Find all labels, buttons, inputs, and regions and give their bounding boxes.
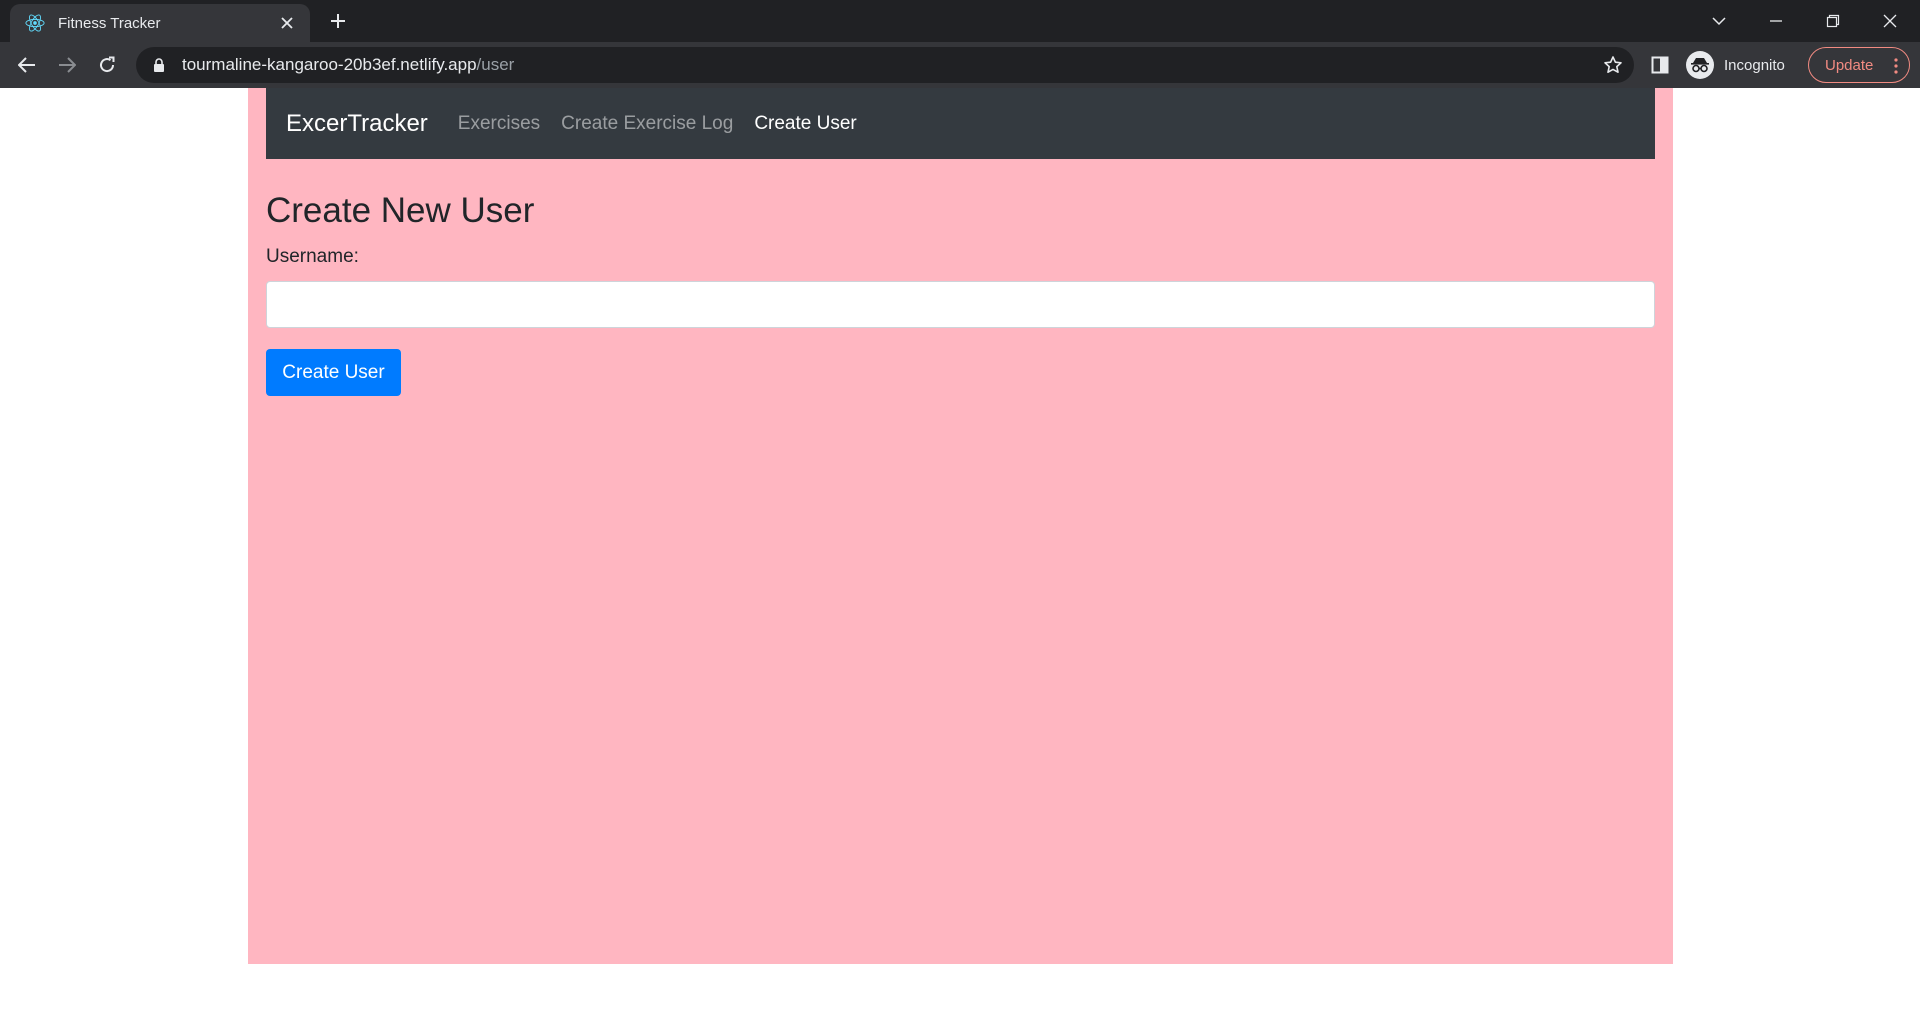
update-label: Update: [1825, 56, 1874, 74]
page-container: ExcerTracker Exercises Create Exercise L…: [248, 88, 1673, 964]
address-bar[interactable]: tourmaline-kangaroo-20b3ef.netlify.app/u…: [136, 47, 1634, 83]
tab-title: Fitness Tracker: [58, 14, 161, 32]
close-tab-icon[interactable]: [276, 12, 298, 34]
browser-toolbar: tourmaline-kangaroo-20b3ef.netlify.app/u…: [0, 42, 1920, 88]
profile-label: Incognito: [1724, 56, 1785, 74]
reload-icon[interactable]: [93, 51, 121, 79]
bookmark-star-icon[interactable]: [1602, 54, 1624, 76]
brand-link[interactable]: ExcerTracker: [286, 110, 428, 138]
lock-icon[interactable]: [152, 57, 166, 73]
more-menu-icon[interactable]: [1893, 56, 1899, 76]
nav-link-create-user[interactable]: Create User: [754, 113, 856, 135]
nav-link-create-exercise-log[interactable]: Create Exercise Log: [561, 113, 733, 135]
restore-icon[interactable]: [1818, 6, 1848, 36]
create-user-button[interactable]: Create User: [266, 349, 401, 396]
minimize-icon[interactable]: [1761, 6, 1791, 36]
side-panel-icon[interactable]: [1648, 53, 1672, 77]
forward-arrow-icon[interactable]: [53, 51, 81, 79]
url-text[interactable]: tourmaline-kangaroo-20b3ef.netlify.app/u…: [182, 55, 514, 75]
back-arrow-icon[interactable]: [13, 51, 41, 79]
incognito-profile[interactable]: Incognito: [1686, 48, 1804, 82]
browser-tab[interactable]: Fitness Tracker: [10, 4, 310, 42]
page-viewport: ExcerTracker Exercises Create Exercise L…: [0, 88, 1920, 1017]
new-tab-icon[interactable]: [326, 9, 350, 33]
update-button[interactable]: Update: [1808, 47, 1910, 83]
page-title: Create New User: [266, 191, 535, 230]
incognito-icon: [1686, 51, 1714, 79]
username-label: Username:: [266, 246, 359, 267]
top-navbar: ExcerTracker Exercises Create Exercise L…: [266, 88, 1655, 159]
username-input[interactable]: [266, 281, 1655, 328]
react-icon: [24, 12, 46, 34]
url-host: tourmaline-kangaroo-20b3ef.netlify.app: [182, 55, 477, 74]
nav-link-exercises[interactable]: Exercises: [458, 113, 540, 135]
close-window-icon[interactable]: [1875, 6, 1905, 36]
tab-search-chevron-icon[interactable]: [1704, 6, 1734, 36]
browser-tab-strip: Fitness Tracker: [0, 0, 1920, 42]
url-path: /user: [476, 55, 515, 74]
